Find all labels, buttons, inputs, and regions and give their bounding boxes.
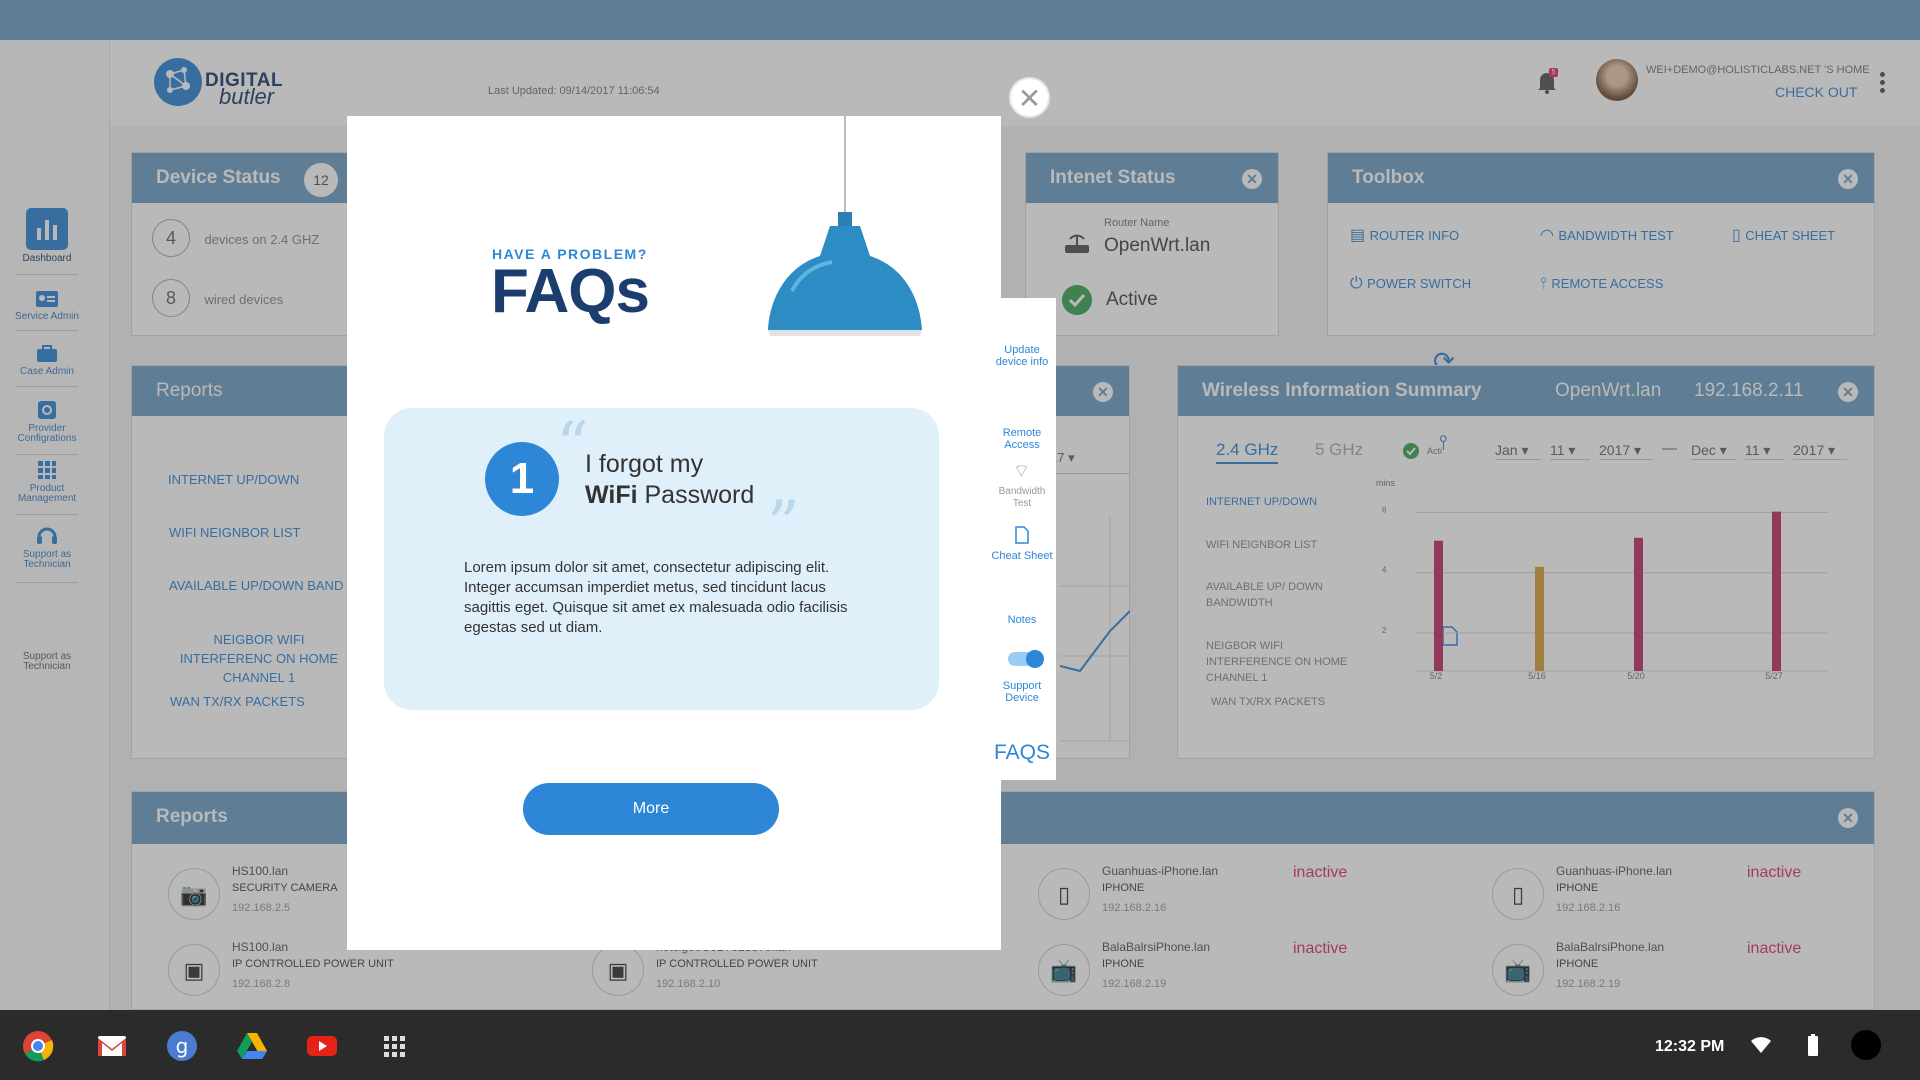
more-button[interactable]: More	[523, 783, 779, 835]
notes-link[interactable]: Notes	[990, 614, 1054, 626]
cheat-sheet-link[interactable]: Cheat Sheet	[990, 550, 1054, 562]
wifi-signal-icon[interactable]	[1750, 1036, 1772, 1054]
youtube-icon[interactable]	[306, 1030, 338, 1062]
faq-question-bold: WiFi	[585, 481, 638, 509]
support-device-toggle[interactable]	[1008, 650, 1044, 668]
faq-question-line2: WiFi Password	[585, 481, 754, 510]
faq-number-badge: 1	[485, 442, 559, 516]
app-launcher-icon[interactable]	[378, 1030, 410, 1062]
close-quote-icon: ”	[767, 488, 800, 562]
faq-question-line1: I forgot my	[585, 450, 704, 478]
drive-icon[interactable]	[236, 1030, 268, 1062]
faq-answer-text: Lorem ipsum dolor sit amet, consectetur …	[464, 559, 848, 636]
google-plus-icon[interactable]: g	[166, 1030, 198, 1062]
os-taskbar	[0, 1010, 1920, 1080]
chrome-icon[interactable]	[22, 1030, 54, 1062]
faq-question-rest: Password	[637, 481, 755, 509]
wifi-icon[interactable]: ⌔	[1013, 460, 1030, 483]
pendant-lamp-image	[768, 116, 922, 336]
remote-access-link[interactable]: Remote Access	[990, 427, 1054, 451]
svg-text:g: g	[176, 1034, 189, 1058]
close-icon[interactable]: ✕	[1009, 77, 1050, 118]
open-quote-icon: “	[556, 409, 589, 483]
update-device-info-link[interactable]: Update device info	[990, 344, 1054, 368]
battery-icon[interactable]	[1808, 1034, 1818, 1056]
faqs-tab[interactable]: FAQS	[990, 742, 1054, 764]
gmail-icon[interactable]	[96, 1030, 128, 1062]
toggle-knob	[1026, 650, 1044, 668]
bandwidth-test-link[interactable]: Bandwidth Test	[990, 486, 1054, 510]
system-clock[interactable]: 12:32 PM	[1655, 1038, 1724, 1056]
document-icon[interactable]	[1015, 526, 1029, 544]
faq-title: FAQs	[491, 257, 650, 326]
user-status-avatar[interactable]	[1851, 1030, 1881, 1060]
support-device-label: Support Device	[1002, 680, 1042, 704]
